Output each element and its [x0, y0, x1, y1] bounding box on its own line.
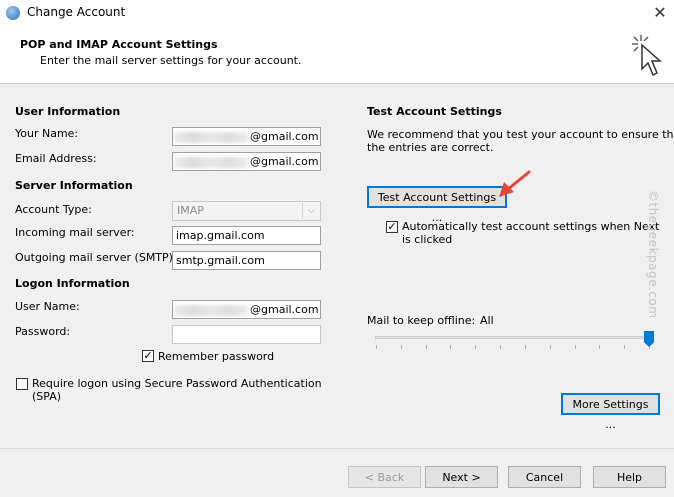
redacted-text [174, 304, 248, 316]
dialog-header: POP and IMAP Account Settings Enter the … [0, 27, 674, 84]
incoming-server-input[interactable]: imap.gmail.com [172, 226, 321, 245]
slider-tick [426, 345, 427, 349]
user-name-label: User Name: [15, 300, 80, 313]
slider-tick [475, 345, 476, 349]
window-title: Change Account [27, 5, 126, 19]
outgoing-server-label: Outgoing mail server (SMTP): [15, 251, 177, 264]
outgoing-server-input[interactable]: smtp.gmail.com [172, 251, 321, 270]
watermark: ©thegeekpage.com [646, 190, 660, 319]
logon-information-heading: Logon Information [15, 277, 130, 290]
header-title: POP and IMAP Account Settings [20, 38, 218, 51]
test-account-settings-button[interactable]: Test Account Settings ... [367, 186, 507, 224]
slider-tick [575, 345, 576, 349]
mail-offline-slider-track[interactable] [375, 336, 654, 339]
redacted-text [174, 131, 248, 143]
chevron-down-icon: ⌵ [302, 203, 319, 219]
slider-tick [500, 345, 501, 349]
close-button[interactable]: ✕ [646, 1, 674, 25]
incoming-server-label: Incoming mail server: [15, 226, 135, 239]
test-settings-description: We recommend that you test your account … [367, 128, 674, 141]
slider-tick [624, 345, 625, 349]
back-button[interactable]: < Back [348, 466, 421, 488]
remember-password-label: Remember password [158, 350, 275, 363]
mail-offline-value: All [480, 314, 494, 327]
slider-tick [550, 345, 551, 349]
auto-test-label: Automatically test account settings when… [402, 220, 660, 233]
spa-label: Require logon using Secure Password Auth… [32, 377, 322, 390]
mail-offline-label: Mail to keep offline: [367, 314, 476, 327]
red-arrow-icon [499, 170, 531, 197]
password-label: Password: [15, 325, 71, 338]
slider-tick [599, 345, 600, 349]
your-name-input[interactable]: @gmail.com [172, 127, 321, 146]
slider-tick [376, 345, 377, 349]
cancel-button[interactable]: Cancel [508, 466, 581, 488]
slider-tick [450, 345, 451, 349]
next-button[interactable]: Next > [425, 466, 498, 488]
your-name-label: Your Name: [15, 127, 79, 140]
spa-label-continued: (SPA) [32, 390, 62, 403]
click-cursor-icon [632, 35, 662, 77]
dialog-footer: < Back Next > Cancel Help [0, 448, 674, 497]
email-address-label: Email Address: [15, 152, 97, 165]
slider-tick [401, 345, 402, 349]
account-type-label: Account Type: [15, 203, 92, 216]
password-input[interactable] [172, 325, 321, 344]
remember-password-checkbox[interactable]: ✓ [142, 350, 154, 362]
account-type-select[interactable]: IMAP ⌵ [172, 201, 321, 221]
outlook-globe-icon [6, 6, 20, 20]
more-settings-button[interactable]: More Settings ... [561, 393, 660, 431]
redacted-text [174, 156, 248, 168]
header-subtitle: Enter the mail server settings for your … [40, 54, 302, 67]
spa-checkbox[interactable] [16, 378, 28, 390]
test-settings-heading: Test Account Settings [367, 105, 502, 118]
help-button[interactable]: Help [593, 466, 666, 488]
user-name-input[interactable]: @gmail.com [172, 300, 321, 319]
email-address-input[interactable]: @gmail.com [172, 152, 321, 171]
test-settings-description-continued: the entries are correct. [367, 141, 494, 154]
auto-test-checkbox[interactable]: ✓ [386, 221, 398, 233]
mail-offline-slider-thumb[interactable] [644, 331, 654, 347]
auto-test-label-continued: is clicked [402, 233, 453, 246]
title-bar: Change Account ✕ [0, 0, 674, 27]
server-information-heading: Server Information [15, 179, 133, 192]
user-information-heading: User Information [15, 105, 121, 118]
slider-tick [525, 345, 526, 349]
